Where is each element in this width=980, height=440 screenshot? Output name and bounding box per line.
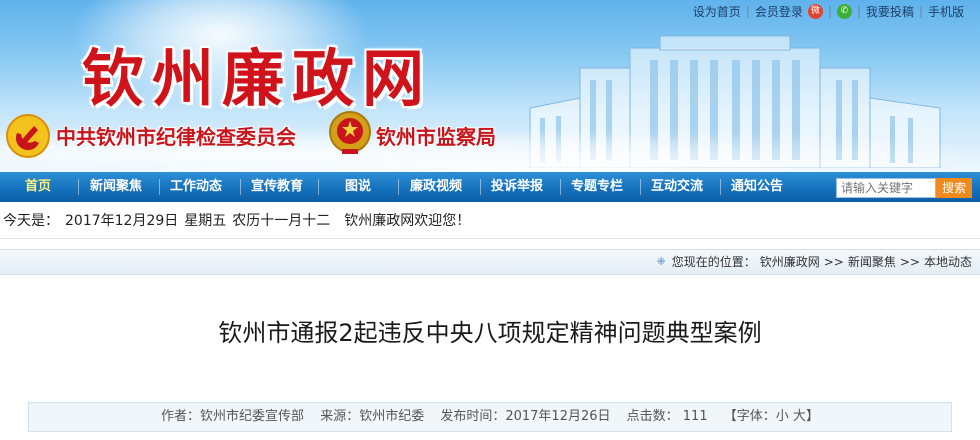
nav-separator [78,179,79,195]
nav-separator [720,179,721,195]
font-large-button[interactable]: 大 [793,409,806,424]
nav-item-interaction[interactable]: 互动交流 [651,172,703,202]
nav-separator [480,179,481,195]
weekday-text: 星期五 [184,213,227,229]
nav-item-pictures[interactable]: 图说 [345,172,371,202]
article-publish-time: 发布时间：2017年12月26日 [440,409,611,424]
wechat-icon[interactable]: ✆ [836,3,852,19]
nav-item-complaints[interactable]: 投诉举报 [491,172,543,202]
lunar-date-text: 农历十一月十二 [232,213,331,229]
breadcrumb-separator: >> [899,255,920,269]
party-emblem-icon [6,114,50,158]
search-input[interactable] [836,178,936,198]
breadcrumb-news-focus-link[interactable]: 新闻聚焦 [848,250,896,274]
nav-separator [159,179,160,195]
nav-item-education[interactable]: 宣传教育 [251,172,303,202]
nav-separator [398,179,399,195]
location-icon: ⁜ [656,255,666,268]
site-banner: 设为首页 | 会员登录 微 | ✆ | 我要投稿 | 手机版 钦州廉政网 中共钦… [0,0,980,172]
font-size-control: 【字体：小 大】 [724,409,819,424]
nav-item-videos[interactable]: 廉政视频 [410,172,462,202]
separator: | [745,4,750,18]
article-source: 来源：钦州市纪委 [320,409,425,424]
nav-separator [560,179,561,195]
article-click-count: 点击数： 111 [626,409,708,424]
article-author: 作者：钦州市纪委宣传部 [161,409,305,424]
nav-item-work-updates[interactable]: 工作动态 [170,172,222,202]
mobile-version-link[interactable]: 手机版 [928,3,964,20]
nav-item-special-topics[interactable]: 专题专栏 [571,172,623,202]
nav-item-news-focus[interactable]: 新闻聚焦 [90,172,142,202]
breadcrumb-prefix: 您现在的位置： [671,255,756,269]
breadcrumb-separator: >> [823,255,844,269]
national-emblem-icon [329,111,371,154]
breadcrumb-bar: ⁜ 您现在的位置： 钦州廉政网 >> 新闻聚焦 >> 本地动态 [0,249,980,275]
breadcrumb: ⁜ 您现在的位置： 钦州廉政网 >> 新闻聚焦 >> 本地动态 [657,250,973,274]
font-label: 【字体： [723,409,776,424]
nav-item-home[interactable]: 首页 [25,172,51,202]
submit-article-link[interactable]: 我要投稿 [866,3,914,20]
member-login-link[interactable]: 会员登录 [755,3,803,20]
nav-item-announcements[interactable]: 通知公告 [731,172,783,202]
top-links: 设为首页 | 会员登录 微 | ✆ | 我要投稿 | 手机版 [693,2,964,20]
main-nav: 首页 新闻聚焦 工作动态 宣传教育 图说 廉政视频 投诉举报 专题专栏 互动交流… [0,172,980,202]
article-title: 钦州市通报2起违反中央八项规定精神问题典型案例 [218,319,762,347]
nav-separator [318,179,319,195]
date-prefix: 今天是： [3,213,59,229]
commission-name: 中共钦州市纪律检查委员会 [56,125,296,149]
set-homepage-link[interactable]: 设为首页 [693,3,741,20]
breadcrumb-local-news-link[interactable]: 本地动态 [924,250,972,274]
font-small-button[interactable]: 小 [776,409,789,424]
separator: | [856,4,861,18]
separator: | [827,4,832,18]
nav-separator [240,179,241,195]
search-button[interactable]: 搜索 [936,178,972,198]
date-bar: 今天是： 2017年12月29日 星期五 农历十一月十二 钦州廉政网欢迎您！ [0,203,980,239]
welcome-text: 钦州廉政网欢迎您！ [344,213,471,229]
article-meta: 作者：钦州市纪委宣传部 来源：钦州市纪委 发布时间：2017年12月26日 点击… [28,402,952,432]
font-label-close: 】 [805,409,819,424]
site-logo-title[interactable]: 钦州廉政网 [82,28,432,118]
supervision-bureau-name: 钦州市监察局 [376,125,496,149]
nav-separator [640,179,641,195]
separator: | [918,4,923,18]
breadcrumb-home-link[interactable]: 钦州廉政网 [760,250,820,274]
weibo-icon[interactable]: 微 [807,3,823,19]
date-text: 2017年12月29日 [65,213,179,229]
